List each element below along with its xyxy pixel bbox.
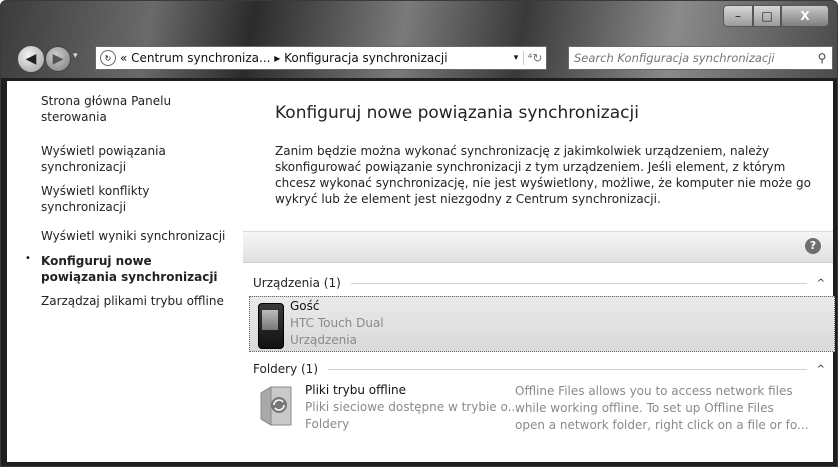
address-bar[interactable]: ↻ « Centrum synchroniza... ▸ Konfiguracj…	[95, 46, 547, 70]
active-item-bullet: •	[25, 253, 31, 264]
offline-files-category: Foldery	[305, 417, 350, 431]
devices-group-label: Urządzenia (1)	[253, 276, 341, 290]
address-dropdown-icon[interactable]: ▾	[509, 53, 523, 63]
offline-files-description-line-1: Offline Files allows you to access netwo…	[515, 384, 793, 398]
mobile-phone-icon	[258, 303, 284, 349]
content-area: Strona główna Panelu sterowania Wyświetl…	[7, 81, 835, 462]
device-name: Gość	[290, 299, 320, 313]
back-arrow-icon: ◀	[25, 51, 37, 67]
folders-group-label: Foldery (1)	[253, 362, 318, 376]
maximize-button[interactable]: □	[753, 5, 781, 27]
control-panel-icon: ↻	[100, 50, 116, 66]
group-divider	[350, 282, 807, 284]
navigation-bar: ◀ ▶ ▾ ↻ « Centrum synchroniza... ▸ Konfi…	[7, 43, 833, 73]
close-button[interactable]: X	[781, 5, 829, 27]
refresh-icon[interactable]: ⁴↻	[523, 51, 546, 65]
sidebar: Strona główna Panelu sterowania Wyświetl…	[7, 81, 239, 462]
device-item[interactable]: Gość HTC Touch Dual Urządzenia	[249, 296, 835, 352]
help-icon[interactable]: ?	[805, 238, 821, 254]
devices-group-header[interactable]: Urządzenia (1) ^	[253, 274, 825, 292]
search-box: ⚲	[568, 46, 833, 70]
offline-files-name: Pliki trybu offline	[305, 383, 407, 397]
collapse-chevron-icon[interactable]: ^	[817, 364, 825, 375]
device-category: Urządzenia	[290, 333, 357, 347]
sidebar-item-control-panel-home[interactable]: Strona główna Panelu sterowania	[41, 93, 231, 125]
device-model: HTC Touch Dual	[290, 316, 384, 330]
page-description: Zanim będzie można wykonać synchronizacj…	[275, 144, 812, 206]
offline-files-icon	[260, 386, 292, 426]
folders-group-header[interactable]: Foldery (1) ^	[253, 360, 825, 378]
recent-pages-dropdown[interactable]: ▾	[73, 51, 78, 61]
sidebar-item-view-results[interactable]: Wyświetl wyniki synchronizacji	[41, 228, 231, 244]
page-title: Konfiguruj nowe powiązania synchronizacj…	[275, 103, 639, 123]
offline-files-description-line-2: while working offline. To set up Offline…	[515, 401, 774, 415]
offline-files-description-line-3: open a network folder, right click on a …	[515, 418, 809, 432]
offline-files-item[interactable]: Pliki trybu offline Pliki sieciowe dostę…	[249, 381, 833, 437]
forward-arrow-icon: ▶	[52, 51, 64, 67]
group-divider	[328, 368, 807, 370]
sidebar-item-view-partnerships[interactable]: Wyświetl powiązania synchronizacji	[41, 143, 231, 175]
forward-button[interactable]: ▶	[45, 46, 71, 72]
title-bar: – □ X ◀ ▶ ▾ ↻ « Centrum synchroniza... ▸…	[1, 1, 837, 78]
caption-buttons: – □ X	[723, 5, 829, 27]
breadcrumb[interactable]: « Centrum synchroniza... ▸ Konfiguracja …	[120, 51, 509, 65]
minimize-button[interactable]: –	[723, 5, 753, 27]
collapse-chevron-icon[interactable]: ^	[817, 278, 825, 289]
window: – □ X ◀ ▶ ▾ ↻ « Centrum synchroniza... ▸…	[0, 0, 838, 467]
sidebar-item-view-conflicts[interactable]: Wyświetl konflikty synchronizacji	[41, 183, 231, 215]
command-bar: ?	[243, 231, 833, 263]
offline-files-subtitle: Pliki sieciowe dostępne w trybie o...	[305, 400, 520, 414]
sidebar-item-manage-offline-files[interactable]: Zarządzaj plikami trybu offline	[41, 293, 231, 309]
main-panel: Konfiguruj nowe powiązania synchronizacj…	[243, 81, 835, 462]
back-button[interactable]: ◀	[17, 45, 45, 73]
search-icon[interactable]: ⚲	[812, 51, 832, 65]
search-input[interactable]	[569, 50, 812, 66]
sidebar-item-setup-new-partnerships[interactable]: Konfiguruj nowe powiązania synchronizacj…	[41, 253, 231, 285]
